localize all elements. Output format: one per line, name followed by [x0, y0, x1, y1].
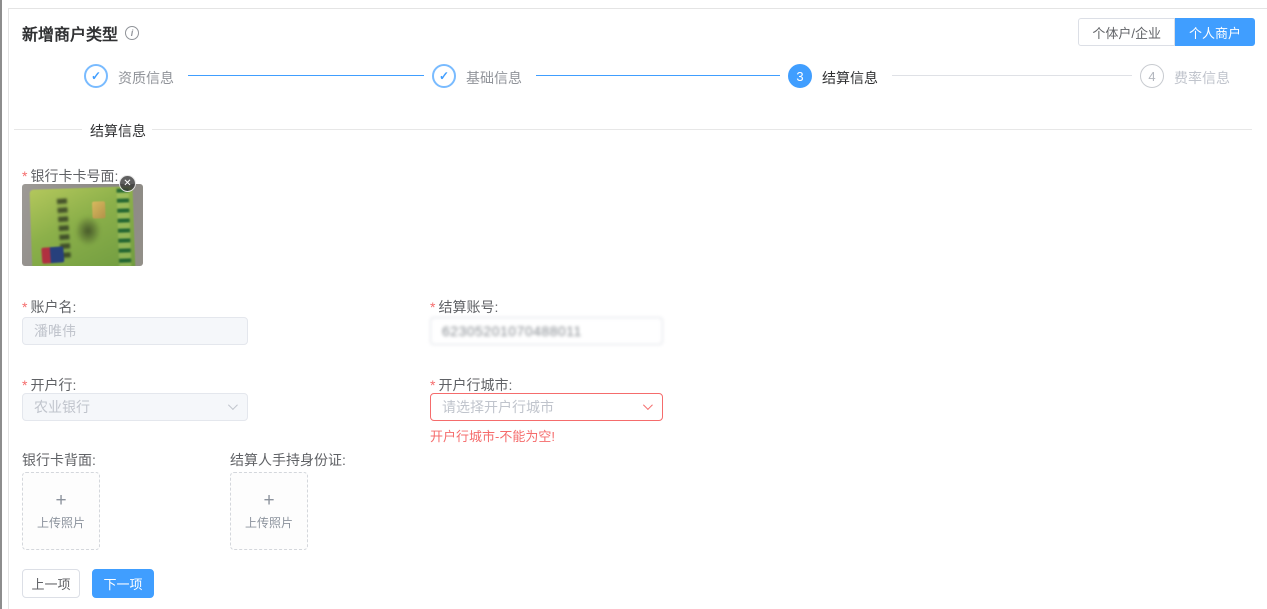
upload-photo-text: 上传照片 — [37, 514, 85, 531]
chevron-down-icon — [228, 400, 238, 410]
step-3-number: 3 — [796, 69, 803, 84]
step-3-label: 结算信息 — [822, 68, 878, 88]
step-1-label: 资质信息 — [118, 68, 174, 88]
unionpay-logo — [41, 246, 64, 263]
upload-photo-text: 上传照片 — [245, 514, 293, 531]
page-header: 新增商户类型 i — [22, 21, 139, 45]
next-step-button[interactable]: 下一项 — [92, 569, 154, 598]
bank-card-back-label: 银行卡背面: — [22, 450, 96, 470]
step-2-circle[interactable]: ✓ — [432, 64, 456, 88]
step-4-label: 费率信息 — [1174, 68, 1230, 88]
toggle-company-button[interactable]: 个体户/企业 — [1078, 18, 1175, 46]
id-in-hand-upload[interactable]: + 上传照片 — [230, 472, 308, 550]
section-title: 结算信息 — [86, 121, 150, 141]
bank-select-value: 农业银行 — [34, 397, 90, 417]
add-merchant-type-page: 新增商户类型 i 个体户/企业 个人商户 ✓ 资质信息 ✓ 基础信息 3 结算信… — [0, 0, 1267, 609]
step-connector-1 — [188, 75, 424, 76]
left-edge-divider — [0, 0, 2, 609]
step-connector-2 — [536, 75, 780, 76]
step-3-circle[interactable]: 3 — [788, 64, 812, 88]
settlement-account-label: *结算账号: — [430, 297, 498, 317]
bank-city-placeholder: 请选择开户行城市 — [442, 397, 554, 417]
step-connector-3 — [892, 75, 1132, 76]
bank-select: 农业银行 — [22, 393, 248, 421]
bank-city-label: *开户行城市: — [430, 375, 512, 395]
plus-icon: + — [55, 491, 66, 510]
page-title: 新增商户类型 — [22, 21, 118, 45]
account-name-label: *账户名: — [22, 297, 76, 317]
bank-city-error: 开户行城市-不能为空! — [430, 426, 555, 445]
chevron-down-icon — [643, 400, 653, 410]
bank-card-back-upload[interactable]: + 上传照片 — [22, 472, 100, 550]
step-1-circle[interactable]: ✓ — [84, 64, 108, 88]
step-2-label: 基础信息 — [466, 68, 522, 88]
panel-border-top — [8, 8, 1267, 9]
info-icon[interactable]: i — [125, 26, 139, 40]
bank-city-select[interactable]: 请选择开户行城市 — [430, 393, 663, 421]
account-name-input — [22, 317, 248, 345]
bank-card-front-thumbnail[interactable] — [22, 184, 143, 266]
toggle-personal-button[interactable]: 个人商户 — [1175, 18, 1255, 46]
check-icon: ✓ — [439, 69, 449, 83]
divider-line-left — [14, 129, 82, 130]
settlement-account-input[interactable] — [430, 317, 663, 345]
bank-card-image — [30, 186, 136, 266]
previous-step-button[interactable]: 上一项 — [22, 569, 80, 598]
close-icon: ✕ — [123, 179, 131, 189]
check-icon: ✓ — [91, 69, 101, 83]
plus-icon: + — [263, 491, 274, 510]
merchant-type-toggle: 个体户/企业 个人商户 — [1078, 18, 1255, 46]
step-4-circle[interactable]: 4 — [1140, 64, 1164, 88]
id-in-hand-label: 结算人手持身份证: — [230, 450, 346, 470]
bank-label: *开户行: — [22, 375, 76, 395]
card-artwork — [74, 215, 101, 246]
divider-line-right — [152, 129, 1252, 130]
panel-border-left — [8, 8, 9, 609]
bank-card-front-label: *银行卡卡号面: — [22, 166, 118, 186]
remove-image-button[interactable]: ✕ — [119, 175, 136, 192]
bank-name-strip — [117, 188, 132, 266]
step-4-number: 4 — [1148, 69, 1155, 84]
required-mark: * — [22, 168, 27, 184]
